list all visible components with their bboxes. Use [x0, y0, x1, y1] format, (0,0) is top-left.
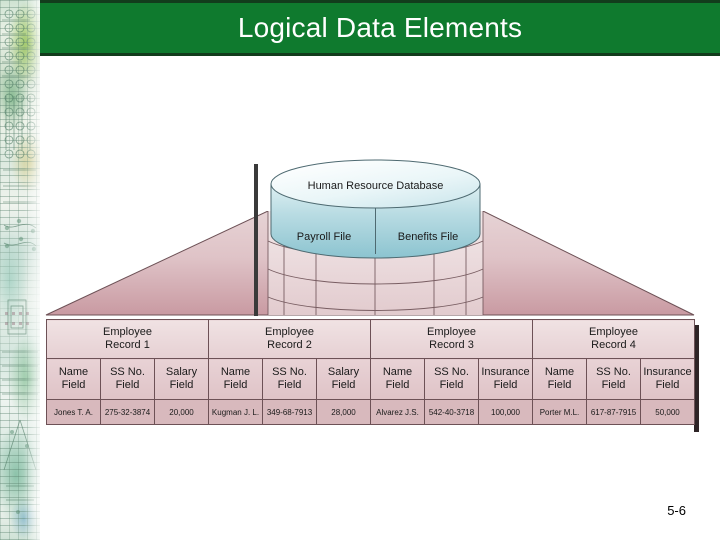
page-number: 5-6 [667, 503, 686, 518]
field-value-cell: 100,000 [478, 399, 533, 425]
database-title-label: Human Resource Database [307, 180, 444, 192]
record-header-line1: Employee [589, 326, 638, 338]
employee-record-table: Employee Record 1 Employee Record 2 Empl… [46, 319, 695, 425]
field-label-line1: Insurance [643, 366, 692, 378]
field-header-cell: Name Field [208, 358, 263, 400]
field-label-line1: Name [544, 366, 575, 378]
field-label-line1: Name [382, 366, 413, 378]
field-label-line1: Name [58, 366, 89, 378]
field-header-cell: SS No. Field [262, 358, 317, 400]
record-header-cell: Employee Record 3 [370, 319, 533, 359]
field-header-cell: Salary Field [316, 358, 371, 400]
logical-data-elements-diagram: Human Resource Database Payroll File Ben… [40, 56, 720, 540]
field-label-line1: SS No. [110, 366, 145, 378]
record-header-line1: Employee [427, 326, 476, 338]
record-header-line1: Employee [265, 326, 314, 338]
record-header-row: Employee Record 1 Employee Record 2 Empl… [46, 319, 695, 359]
payroll-file-label: Payroll File [296, 231, 352, 243]
field-label-line2: Field [601, 379, 626, 391]
field-header-row: Name Field SS No. Field Salary Field Name Fi… [46, 358, 695, 400]
field-header-cell: SS No. Field [586, 358, 641, 400]
field-header-cell: Name Field [532, 358, 587, 400]
field-value-cell: 20,000 [154, 399, 209, 425]
field-header-cell: Name Field [46, 358, 101, 400]
field-label-line2: Field [223, 379, 248, 391]
decorative-edge-strip [0, 0, 40, 540]
cylinder-shadow [254, 164, 258, 316]
benefits-file-label: Benefits File [397, 231, 459, 243]
field-header-cell: SS No. Field [424, 358, 479, 400]
field-label-line1: SS No. [272, 366, 307, 378]
record-header-line2: Record 4 [591, 339, 636, 351]
field-header-cell: Insurance Field [640, 358, 695, 400]
field-value-cell: Jones T. A. [46, 399, 101, 425]
field-label-line2: Field [439, 379, 464, 391]
field-value-cell: Kugman J. L. [208, 399, 263, 425]
edge-strip-fade [0, 0, 40, 540]
field-label-line1: Salary [327, 366, 360, 378]
record-header-cell: Employee Record 2 [208, 319, 371, 359]
field-label-line2: Field [169, 379, 194, 391]
field-header-cell: Name Field [370, 358, 425, 400]
field-label-line2: Field [655, 379, 680, 391]
field-label-line2: Field [331, 379, 356, 391]
field-label-line1: Salary [165, 366, 198, 378]
record-header-line2: Record 2 [267, 339, 312, 351]
field-value-cell: 617-87-7915 [586, 399, 641, 425]
record-header-line1: Employee [103, 326, 152, 338]
field-label-line1: SS No. [434, 366, 469, 378]
field-header-cell: Insurance Field [478, 358, 533, 400]
human-resource-database-cylinder: Human Resource Database Payroll File Ben… [268, 158, 483, 261]
field-label-line1: SS No. [596, 366, 631, 378]
field-label-line2: Field [61, 379, 86, 391]
field-header-cell: SS No. Field [100, 358, 155, 400]
field-value-cell: 349-68-7913 [262, 399, 317, 425]
field-value-cell: 50,000 [640, 399, 695, 425]
record-header-cell: Employee Record 4 [532, 319, 695, 359]
field-value-row: Jones T. A. 275-32-3874 20,000 Kugman J.… [46, 399, 695, 425]
record-header-cell: Employee Record 1 [46, 319, 209, 359]
field-header-cell: Salary Field [154, 358, 209, 400]
record-header-line2: Record 3 [429, 339, 474, 351]
field-label-line2: Field [493, 379, 518, 391]
field-value-cell: Alvarez J.S. [370, 399, 425, 425]
page-title: Logical Data Elements [237, 12, 523, 43]
field-value-cell: 275-32-3874 [100, 399, 155, 425]
field-label-line1: Insurance [481, 366, 530, 378]
field-label-line2: Field [547, 379, 572, 391]
field-value-cell: 28,000 [316, 399, 371, 425]
field-label-line2: Field [385, 379, 410, 391]
field-label-line2: Field [277, 379, 302, 391]
field-value-cell: Porter M.L. [532, 399, 587, 425]
field-label-line2: Field [115, 379, 140, 391]
field-label-line1: Name [220, 366, 251, 378]
record-header-line2: Record 1 [105, 339, 150, 351]
slide-title-bar: Logical Data Elements [40, 0, 720, 56]
field-value-cell: 542-40-3718 [424, 399, 479, 425]
